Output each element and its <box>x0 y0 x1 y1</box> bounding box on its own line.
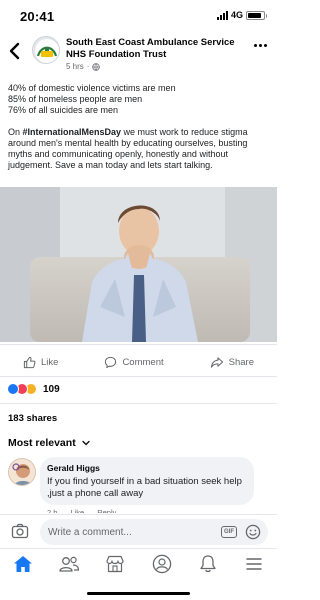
comment-like-link[interactable]: Like <box>70 508 84 513</box>
gif-button[interactable]: GIF <box>221 526 237 538</box>
comment-text: If you find yourself in a bad situation … <box>47 476 242 499</box>
shares-count[interactable]: 183 shares <box>8 413 57 424</box>
back-arrow-icon[interactable] <box>7 42 23 60</box>
profile-icon <box>152 554 171 574</box>
status-indicators: 4G <box>216 10 267 20</box>
nav-marketplace[interactable] <box>101 554 129 574</box>
post-text-line: 40% of domestic violence victims are men <box>8 83 176 93</box>
comment-reply-link[interactable]: Reply <box>97 508 116 513</box>
comment-button[interactable]: Comment <box>104 356 164 369</box>
post-text-line: 76% of all suicides are men <box>8 105 119 115</box>
chevron-down-icon <box>82 440 90 446</box>
camera-icon[interactable] <box>11 523 29 539</box>
like-label: Like <box>41 356 59 368</box>
more-options-icon[interactable] <box>254 44 267 47</box>
post-header: South East Coast Ambulance Service NHS F… <box>0 34 277 74</box>
sort-label: Most relevant <box>8 437 76 449</box>
ambulance-logo-icon <box>35 39 59 63</box>
home-indicator <box>87 592 190 595</box>
nav-home[interactable] <box>9 554 37 574</box>
battery-icon <box>246 10 267 20</box>
post-text: 40% of domestic violence victims are men… <box>8 83 270 171</box>
status-time: 20:41 <box>20 9 55 24</box>
commenter-avatar[interactable] <box>8 458 36 486</box>
reaction-count: 109 <box>43 383 60 395</box>
comment-time: 2 h <box>47 508 58 513</box>
menu-icon <box>246 558 262 570</box>
friends-icon <box>59 556 80 572</box>
share-button[interactable]: Share <box>210 356 254 369</box>
post-text-body: On #InternationalMensDay we must work to… <box>8 127 248 170</box>
commenter-photo <box>9 459 35 485</box>
page-avatar[interactable] <box>32 36 60 64</box>
post-text-line: 85% of homeless people are men <box>8 94 143 104</box>
status-bar: 20:41 4G <box>0 0 277 30</box>
page-name[interactable]: South East Coast Ambulance Service NHS F… <box>66 37 244 61</box>
reaction-icons <box>7 383 37 395</box>
hashtag-link[interactable]: #InternationalMensDay <box>23 127 122 137</box>
post-meta: 5 hrs · <box>66 62 101 71</box>
nav-friends[interactable] <box>55 554 83 574</box>
man-thinking-photo <box>0 187 277 342</box>
comment-actions: 2 h Like Reply <box>47 508 116 513</box>
write-comment-bar: GIF <box>0 514 277 548</box>
nav-notifications[interactable] <box>194 554 222 574</box>
nav-menu[interactable] <box>240 554 268 574</box>
share-label: Share <box>228 356 254 368</box>
like-button[interactable]: Like <box>23 356 58 369</box>
reactions-summary[interactable]: 109 <box>7 383 60 395</box>
emoji-icon[interactable] <box>245 524 261 540</box>
nav-profile[interactable] <box>148 554 176 574</box>
comment-icon <box>105 356 117 368</box>
thumbs-up-icon <box>23 356 36 368</box>
comment-sort-dropdown[interactable]: Most relevant <box>8 437 90 449</box>
signal-icon <box>216 10 228 20</box>
post-actions: Like Comment Share <box>0 350 277 374</box>
bottom-nav <box>0 548 277 600</box>
comment-author[interactable]: Gerald Higgs <box>47 463 247 473</box>
globe-icon <box>92 62 101 71</box>
post-photo[interactable] <box>0 187 277 342</box>
post-time: 5 hrs <box>66 62 84 71</box>
share-icon <box>210 356 223 368</box>
marketplace-icon <box>106 555 124 573</box>
comment-label: Comment <box>122 356 164 368</box>
network-type: 4G <box>230 10 243 20</box>
bell-icon <box>200 555 216 573</box>
comment-bubble: Gerald Higgs If you find yourself in a b… <box>40 457 254 505</box>
home-icon <box>14 556 33 572</box>
like-reaction-icon <box>7 383 19 395</box>
